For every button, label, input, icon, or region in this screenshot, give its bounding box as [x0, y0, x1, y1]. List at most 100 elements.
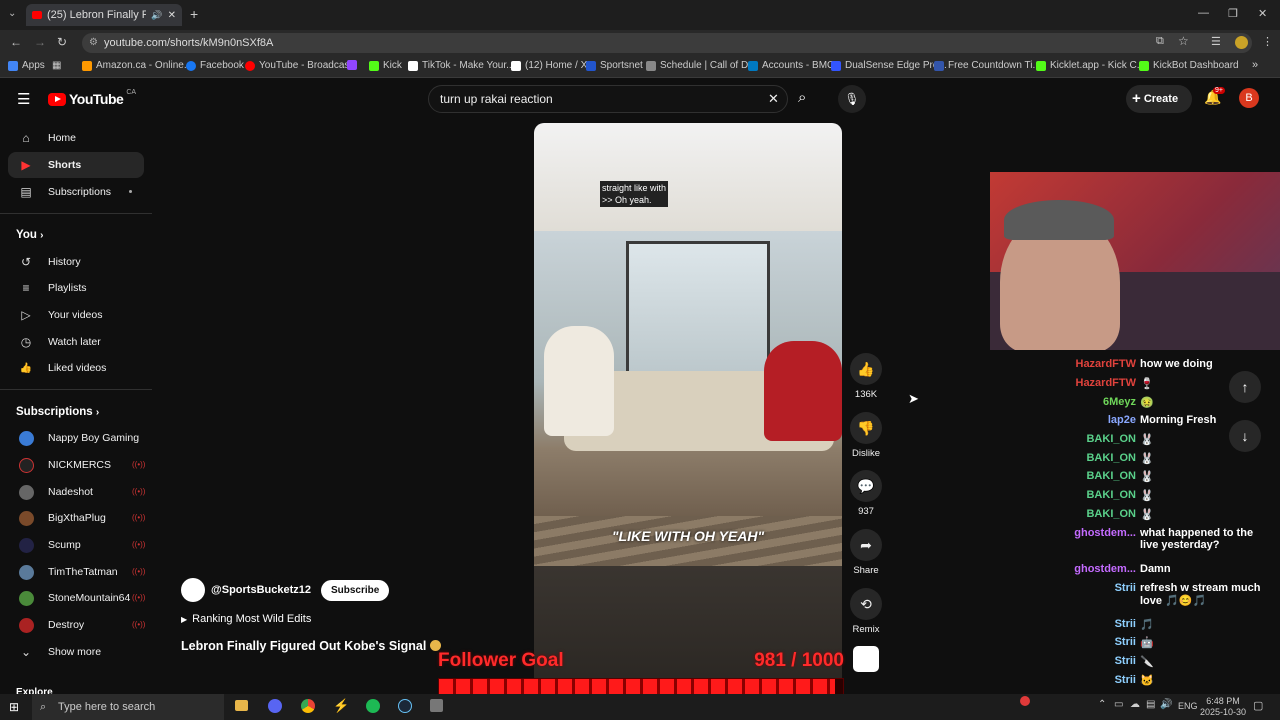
remix-button[interactable]: ⟲ Remix — [848, 588, 884, 635]
network-icon[interactable]: ▤ — [1146, 699, 1155, 710]
notification-badge: 9+ — [1213, 87, 1225, 94]
install-app-icon[interactable]: ⧉ — [1156, 35, 1164, 48]
sidebar-channel-scump[interactable]: Scump ((•)) — [8, 532, 145, 558]
close-window-icon[interactable]: ✕ — [1258, 7, 1267, 20]
bookmarks-overflow-icon[interactable]: » — [1252, 59, 1258, 71]
clock[interactable]: 6:48 PM 2025-10-30 — [1200, 696, 1246, 718]
bookmark-star-icon[interactable]: ☆ — [1178, 34, 1189, 48]
language-indicator[interactable]: ENG — [1178, 701, 1198, 711]
tab-list-icon[interactable]: ⌄ — [8, 8, 16, 19]
sidebar-item-home[interactable]: ⌂ Home — [8, 125, 144, 151]
file-explorer-icon[interactable] — [235, 700, 248, 711]
chrome-icon[interactable] — [301, 699, 315, 713]
app-icon[interactable]: ⚡ — [333, 698, 349, 714]
next-short-button[interactable]: ↓ — [1229, 420, 1261, 452]
sidebar-item-playlists[interactable]: ≡ Playlists — [8, 275, 144, 301]
playlist-link[interactable]: ▶ Ranking Most Wild Edits — [181, 613, 311, 625]
taskbar-search-input[interactable]: ⌕ Type here to search — [32, 694, 224, 720]
bookmark-kick[interactable]: Kick — [369, 60, 402, 71]
sidebar-channel-nappy-boy-gaming[interactable]: Nappy Boy Gaming — [8, 425, 144, 451]
bookmark-x[interactable]: (12) Home / X — [511, 60, 587, 71]
tray-icon[interactable]: ▭ — [1114, 699, 1123, 710]
sidebar-item-shorts[interactable]: ▶ Shorts — [8, 152, 144, 178]
channel-name[interactable]: @SportsBucketz12 — [211, 584, 311, 596]
discord-icon[interactable] — [268, 699, 282, 713]
windows-start-icon[interactable]: ⊞ — [9, 700, 19, 714]
sidebar-item-liked-videos[interactable]: 👍 Liked videos — [8, 355, 144, 381]
sidebar-channel-timthetatman[interactable]: TimTheTatman ((•)) — [8, 559, 145, 585]
hamburger-menu-icon[interactable]: ☰ — [17, 90, 30, 108]
browser-tab[interactable]: (25) Lebron Finally Figured... 🔊 ✕ — [26, 4, 182, 26]
youtube-logo[interactable]: YouTube CA — [48, 89, 136, 107]
site-info-icon[interactable]: ⚙ — [89, 33, 98, 53]
chat-message: BAKI_ON 🐰 — [1086, 489, 1154, 502]
reload-icon[interactable]: ↻ — [57, 35, 67, 49]
bookmark-countdown[interactable]: Free Countdown Ti... — [934, 60, 1041, 71]
show-hidden-icons[interactable]: ⌃ — [1098, 699, 1106, 710]
sidebar-item-subscriptions[interactable]: ▤ Subscriptions — [8, 179, 144, 205]
search-icon[interactable]: ⌕ — [798, 89, 806, 106]
action-center-icon[interactable]: ▢ — [1253, 699, 1263, 712]
voice-search-icon[interactable]: 🎙 — [838, 85, 866, 113]
tab-close-icon[interactable]: ✕ — [168, 10, 176, 21]
bookmark-kickbot[interactable]: KickBot Dashboard — [1139, 60, 1239, 71]
short-video-player[interactable]: straight like with >> Oh yeah. "LIKE WIT… — [534, 123, 842, 695]
channel-avatar[interactable] — [181, 578, 205, 602]
bookmark-facebook[interactable]: Facebook — [186, 60, 244, 71]
sidebar-channel-destroy[interactable]: Destroy ((•)) — [8, 612, 145, 638]
spotify-icon[interactable] — [366, 699, 380, 713]
bookmark-cod-schedule[interactable]: Schedule | Call of D... — [646, 60, 757, 71]
bookmark-youtube-broadcast[interactable]: YouTube - Broadcas... — [245, 60, 358, 71]
bookmark-bmo[interactable]: Accounts - BMO — [748, 60, 835, 71]
maximize-icon[interactable]: ❐ — [1228, 7, 1238, 20]
bookmark-sportsnet[interactable]: Sportsnet — [586, 60, 643, 71]
like-button[interactable]: 👍 136K — [848, 353, 884, 400]
sidebar-channel-stonemountain64[interactable]: StoneMountain64 ((•)) — [8, 585, 145, 611]
app-icon[interactable] — [430, 699, 443, 712]
sidebar-item-your-videos[interactable]: ▷ Your videos — [8, 302, 144, 328]
sidebar-channel-nickmercs[interactable]: NICKMERCS ((•)) — [8, 452, 145, 478]
clear-search-icon[interactable]: ✕ — [768, 86, 779, 112]
steam-icon[interactable] — [398, 699, 412, 713]
sidebar-item-watch-later[interactable]: ◷ Watch later — [8, 329, 144, 355]
bookmark-kicklet[interactable]: Kicklet.app - Kick C... — [1036, 60, 1145, 71]
bookmark-tiktok[interactable]: TikTok - Make Your... — [408, 60, 514, 71]
sidebar-show-more[interactable]: ⌄ Show more — [8, 639, 144, 665]
dislike-button[interactable]: 👎 Dislike — [848, 412, 884, 459]
sound-thumbnail[interactable] — [853, 646, 879, 672]
sidebar-channel-nadeshot[interactable]: Nadeshot ((•)) — [8, 479, 145, 505]
new-tab-button[interactable]: + — [190, 6, 198, 22]
forward-icon[interactable]: → — [34, 35, 46, 49]
subscribe-button[interactable]: Subscribe — [320, 579, 390, 601]
back-icon[interactable]: ← — [10, 35, 22, 49]
account-avatar[interactable]: B — [1239, 88, 1259, 108]
bookmark-amazon[interactable]: Amazon.ca - Online... — [82, 60, 192, 71]
kick-icon — [369, 60, 379, 71]
previous-short-button[interactable]: ↑ — [1229, 371, 1261, 403]
chat-message: BAKI_ON 🐰 — [1086, 508, 1154, 521]
comments-button[interactable]: 💬 937 — [848, 470, 884, 517]
sidebar-channel-bigxthaplug[interactable]: BigXthaPlug ((•)) — [8, 505, 145, 531]
video-title[interactable]: Lebron Finally Figured Out Kobe's Signal — [181, 639, 441, 653]
all-bookmarks-icon[interactable]: ▦ — [52, 60, 61, 71]
channel-avatar — [18, 590, 34, 606]
share-button[interactable]: ➦ Share — [848, 529, 884, 576]
url-field[interactable]: ⚙ youtube.com/shorts/kM9n0nSXf8A — [82, 33, 1252, 53]
bookmark-twitch[interactable] — [347, 60, 357, 70]
bookmark-apps[interactable]: Apps — [8, 60, 45, 71]
sidebar-item-history[interactable]: ↺ History — [8, 249, 144, 275]
minimize-icon[interactable]: — — [1198, 7, 1209, 19]
volume-icon[interactable]: 🔊 — [1160, 699, 1172, 710]
channel-avatar — [18, 457, 34, 473]
plus-icon: + — [1132, 90, 1141, 107]
browser-menu-icon[interactable]: ⋮ — [1262, 35, 1273, 48]
create-button[interactable]: + Create — [1126, 85, 1192, 113]
tab-audio-icon[interactable]: 🔊 — [151, 10, 162, 21]
bookmark-dualsense[interactable]: DualSense Edge Pro... — [831, 60, 947, 71]
reading-list-icon[interactable]: ☰ — [1211, 35, 1221, 48]
profile-avatar[interactable] — [1235, 36, 1248, 49]
cloud-icon[interactable]: ☁ — [1130, 699, 1140, 710]
you-section-header[interactable]: You › — [16, 229, 43, 241]
subscriptions-section-header[interactable]: Subscriptions › — [16, 406, 99, 418]
search-input[interactable]: turn up rakai reaction ✕ — [428, 85, 788, 113]
